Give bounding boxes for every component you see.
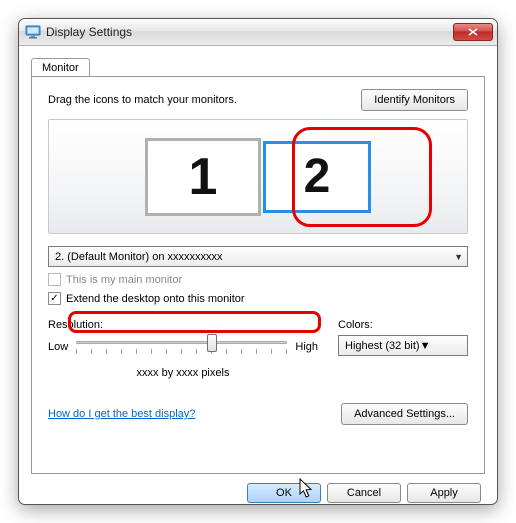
apply-button[interactable]: Apply	[407, 483, 481, 503]
chevron-down-icon: ▼	[420, 340, 431, 352]
instruction-text: Drag the icons to match your monitors.	[48, 94, 237, 106]
extend-desktop-checkbox[interactable]: ✓	[48, 292, 61, 305]
colors-selected-text: Highest (32 bit)	[345, 340, 420, 352]
extend-desktop-checkbox-row[interactable]: ✓ Extend the desktop onto this monitor	[48, 292, 468, 305]
tab-monitor[interactable]: Monitor	[31, 58, 90, 77]
monitor-2[interactable]: 2	[263, 141, 371, 213]
main-monitor-checkbox-row: This is my main monitor	[48, 273, 468, 286]
resolution-high-label: High	[295, 341, 318, 353]
extend-desktop-label: Extend the desktop onto this monitor	[66, 293, 245, 305]
resolution-low-label: Low	[48, 341, 68, 353]
identify-monitors-button[interactable]: Identify Monitors	[361, 89, 468, 111]
advanced-settings-button[interactable]: Advanced Settings...	[341, 403, 468, 425]
cancel-button[interactable]: Cancel	[327, 483, 401, 503]
monitor-1[interactable]: 1	[145, 138, 261, 216]
window-title: Display Settings	[46, 25, 453, 39]
monitor-icon	[25, 24, 41, 40]
ok-button[interactable]: OK	[247, 483, 321, 503]
tab-strip: Monitor	[31, 54, 485, 76]
dropdown-selected-text: 2. (Default Monitor) on xxxxxxxxxx	[55, 251, 454, 263]
colors-dropdown[interactable]: Highest (32 bit) ▼	[338, 335, 468, 356]
resolution-section: Resolution: Low High	[48, 319, 318, 379]
colors-label: Colors:	[338, 319, 468, 331]
resolution-value-text: xxxx by xxxx pixels	[48, 367, 318, 379]
titlebar: Display Settings	[19, 19, 497, 46]
dialog-buttons: OK Cancel Apply	[31, 474, 485, 503]
help-link[interactable]: How do I get the best display?	[48, 408, 195, 420]
colors-section: Colors: Highest (32 bit) ▼	[338, 319, 468, 379]
chevron-down-icon: ▼	[454, 252, 463, 262]
display-settings-window: Display Settings Monitor Drag the icons …	[18, 18, 498, 505]
resolution-slider-thumb[interactable]	[207, 334, 217, 352]
monitor-arrangement-area[interactable]: 1 2	[48, 119, 468, 234]
client-area: Monitor Drag the icons to match your mon…	[19, 46, 497, 505]
main-monitor-label: This is my main monitor	[66, 274, 182, 286]
resolution-slider[interactable]	[76, 335, 287, 359]
resolution-label: Resolution:	[48, 319, 318, 331]
main-monitor-checkbox	[48, 273, 61, 286]
tab-page-monitor: Drag the icons to match your monitors. I…	[31, 76, 485, 474]
monitor-select-dropdown[interactable]: 2. (Default Monitor) on xxxxxxxxxx ▼	[48, 246, 468, 267]
close-button[interactable]	[453, 23, 493, 41]
